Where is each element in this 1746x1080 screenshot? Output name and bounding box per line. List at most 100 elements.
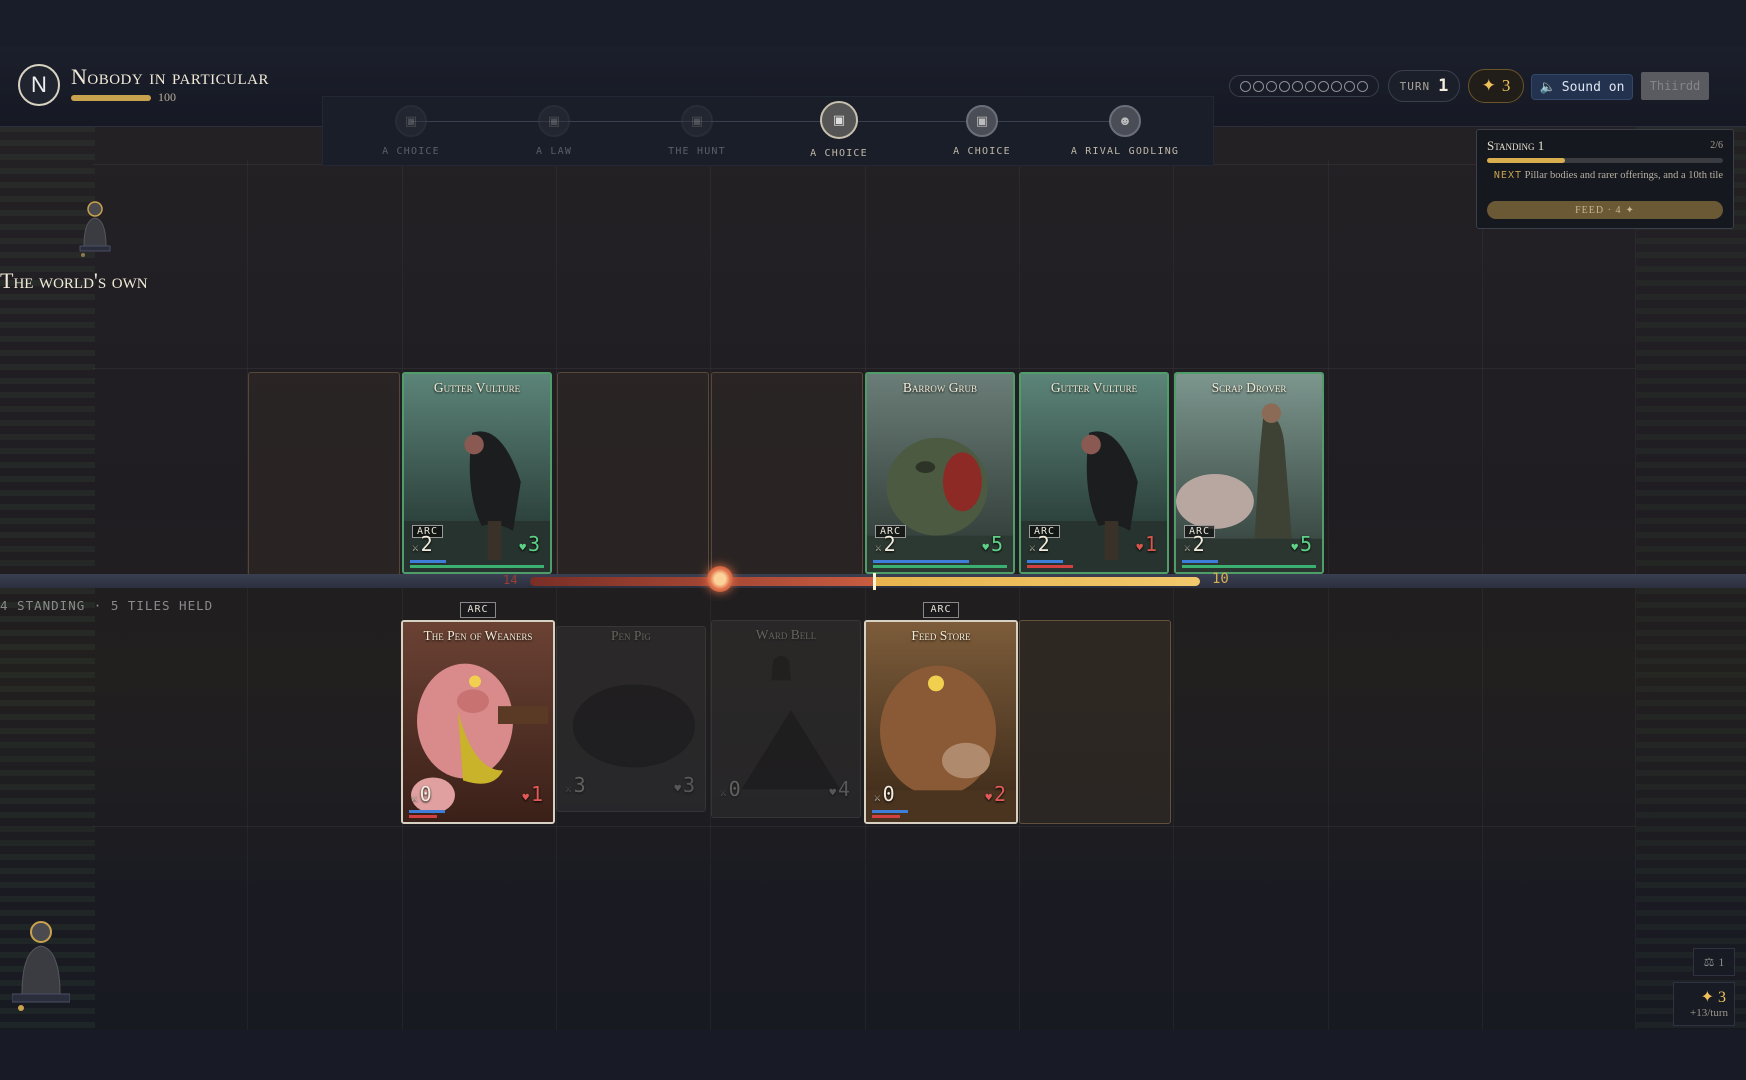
card-attack: ⚔ 2 (412, 532, 433, 556)
standing-title: Standing 1 (1487, 138, 1545, 153)
balance-track-player-fill (875, 577, 1200, 586)
player-empty-slot[interactable] (1019, 620, 1171, 824)
favor-value: 3 (1501, 76, 1511, 95)
empty-slot-icon (1357, 80, 1368, 92)
card-health-value: 3 (527, 532, 540, 556)
law-icon: ▣ (538, 105, 570, 137)
timeline-node[interactable]: ▣ A LAW (474, 105, 634, 157)
favor-counter: ✦ 3 (1468, 69, 1524, 103)
card-arc-tag: ARC (460, 602, 496, 618)
sword-icon: ⚔ (1184, 541, 1191, 554)
star-icon: ✦ (1481, 76, 1496, 95)
card-health-bar (873, 565, 1007, 568)
empty-slot-icon (1305, 80, 1316, 92)
timeline-node[interactable]: ▣ A CHOICE (331, 105, 491, 157)
heart-icon: ♥ (982, 541, 989, 554)
balance-player-value: 10 (1212, 571, 1229, 587)
opponent-name: The world's own (0, 268, 148, 293)
card-health-bar (1027, 565, 1073, 568)
hunt-icon: ▣ (681, 105, 713, 137)
empty-slot-icon (1253, 80, 1264, 92)
card-health: ♥ 5 (982, 532, 1003, 556)
enemy-empty-slot[interactable] (557, 372, 709, 576)
timeline-node-current[interactable]: ▣ A CHOICE (759, 101, 919, 159)
card-health-value: 4 (837, 777, 850, 801)
player-card[interactable]: The Pen of Weaners ⚔ 0 ♥ 1 (401, 620, 555, 824)
card-health-value: 3 (682, 773, 695, 797)
grid-line (247, 160, 248, 1030)
card-title: Barrow Grub (902, 380, 978, 395)
card-attack-value: 3 (573, 773, 586, 797)
card-health-bar (410, 565, 544, 568)
empty-slot-icon (1331, 80, 1342, 92)
player-avatar[interactable]: N (18, 64, 60, 106)
timeline-node[interactable]: ▣ THE HUNT (617, 105, 777, 157)
scale-count: 1 (1718, 954, 1725, 969)
feed-button[interactable]: FEED · 4 ✦ (1487, 201, 1723, 219)
card-health: ♥ 3 (519, 532, 540, 556)
card-attack: ⚔ 2 (1029, 532, 1050, 556)
top-header: N Nobody in particular 100 ▣ A CHOICE ▣ … (0, 46, 1746, 166)
turn-value: 1 (1438, 76, 1449, 96)
standing-progress-track (1487, 158, 1723, 163)
card-health-value: 1 (1144, 532, 1157, 556)
balance-marker-icon[interactable] (707, 566, 733, 592)
player-name: Nobody in particular (71, 64, 269, 89)
grid-line (402, 160, 403, 1030)
card-attack: ⚔ 0 (874, 782, 895, 806)
timeline-node[interactable]: ☻ A RIVAL GODLING (1045, 105, 1205, 157)
player-card-dimmed[interactable]: Pen Pig ⚔ 3 ♥ 3 (556, 626, 706, 812)
rival-icon: ☻ (1109, 105, 1141, 137)
card-attack-value: 0 (728, 777, 741, 801)
enemy-card[interactable]: Gutter Vulture ARC ⚔ 2 ♥ 1 (1019, 372, 1169, 574)
enemy-card[interactable]: Scrap Drover ARC ⚔ 2 ♥ 5 (1174, 372, 1324, 574)
offering-slots (1229, 75, 1379, 97)
grid-line (1173, 160, 1174, 1030)
card-title: Gutter Vulture (433, 380, 521, 395)
timeline-node-label: THE HUNT (668, 146, 726, 157)
sound-toggle-button[interactable]: 🔈 Sound on (1531, 74, 1633, 100)
card-attack-value: 0 (419, 782, 432, 806)
enemy-card[interactable]: Gutter Vulture ARC ⚔ 2 ♥ 3 (402, 372, 552, 574)
card-attack: ⚔ 0 (411, 782, 432, 806)
card-title: Scrap Drover (1211, 380, 1287, 395)
income-panel: ✦ 3 +13/turn (1673, 982, 1735, 1026)
timeline-node-label: A RIVAL GODLING (1070, 146, 1180, 157)
heart-icon: ♥ (1291, 541, 1298, 554)
card-title: The Pen of Weaners (423, 628, 533, 643)
empty-slot-icon (1344, 80, 1355, 92)
scale-counter[interactable]: ⚖ 1 (1693, 948, 1735, 976)
speaker-icon: 🔈 (1539, 79, 1556, 95)
standing-tiles-summary: 4 STANDING · 5 TILES HELD (0, 598, 214, 613)
standing-next-reward: NEXT Pillar bodies and rarer offerings, … (1487, 169, 1723, 182)
card-health-value: 1 (530, 782, 543, 806)
empty-slot-icon (1292, 80, 1303, 92)
card-health: ♥ 5 (1291, 532, 1312, 556)
heart-icon: ♥ (829, 786, 836, 799)
timeline-node[interactable]: ▣ A CHOICE (902, 105, 1062, 157)
enemy-empty-slot[interactable] (711, 372, 863, 576)
timeline-node-label: A CHOICE (953, 146, 1011, 157)
card-arc-tag: ARC (923, 602, 959, 618)
timeline-node-label: A LAW (535, 146, 573, 157)
player-card[interactable]: Feed Store ⚔ 0 ♥ 2 (864, 620, 1018, 824)
end-turn-button[interactable]: Thiirdd (1641, 72, 1709, 100)
grid-line (1019, 160, 1020, 1030)
sword-icon: ⚔ (412, 541, 419, 554)
card-attack-value: 2 (420, 532, 433, 556)
card-cost-bar (873, 560, 969, 563)
card-attack: ⚔ 2 (1184, 532, 1205, 556)
player-card-dimmed[interactable]: Ward Bell ⚔ 0 ♥ 4 (711, 620, 861, 818)
standing-progress-fill (1487, 158, 1565, 163)
heart-icon: ♥ (1136, 541, 1143, 554)
heart-icon: ♥ (985, 791, 992, 804)
card-health-value: 5 (1299, 532, 1312, 556)
card-title: Ward Bell (755, 627, 817, 642)
encounter-timeline: ▣ A CHOICE ▣ A LAW ▣ THE HUNT ▣ A CHOICE… (322, 96, 1214, 166)
empty-slot-icon (1240, 80, 1251, 92)
opponent-pawn-icon (79, 201, 111, 257)
heart-icon: ♥ (674, 782, 681, 795)
enemy-card[interactable]: Barrow Grub ARC ⚔ 2 ♥ 5 (865, 372, 1015, 574)
enemy-empty-slot[interactable] (248, 372, 400, 576)
card-health: ♥ 1 (522, 782, 543, 806)
